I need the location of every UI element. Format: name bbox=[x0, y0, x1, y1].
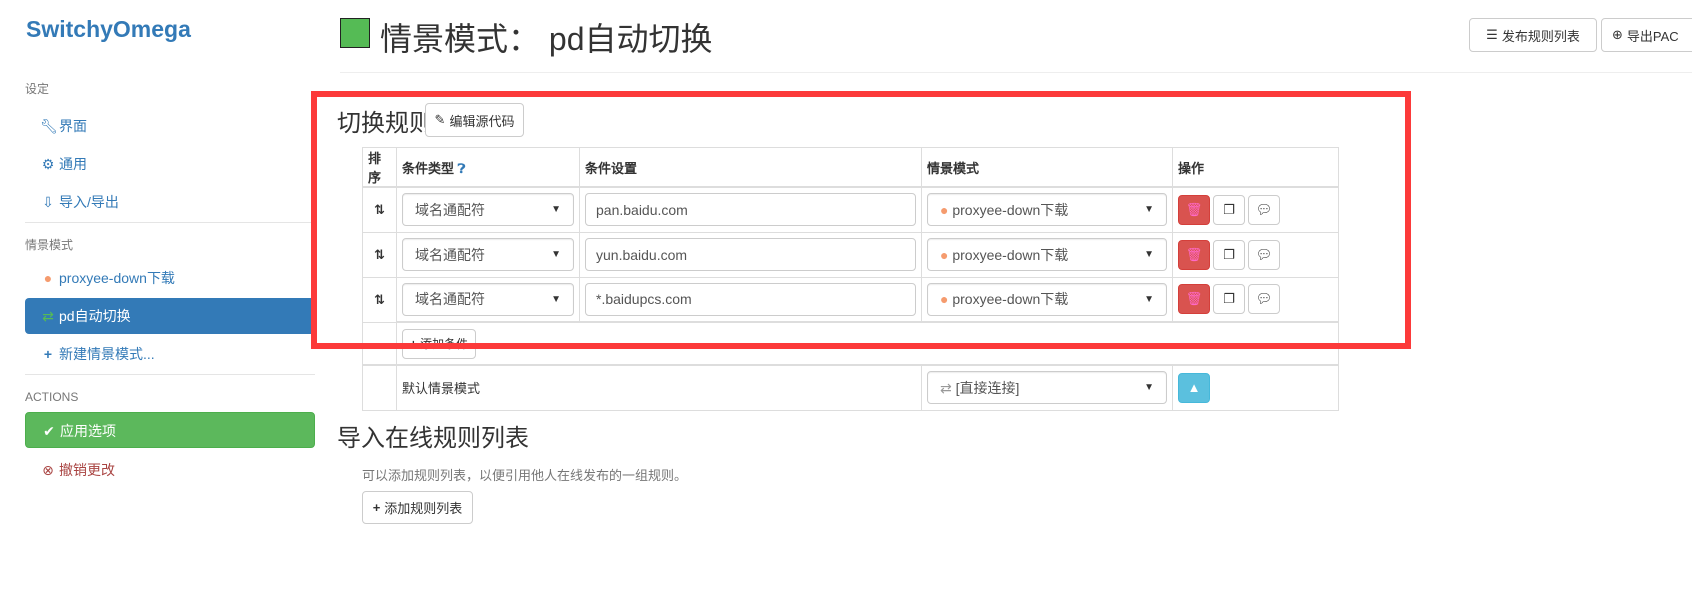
import-export-icon: ⇩ bbox=[42, 194, 54, 210]
export-pac-button[interactable]: ⊕ 导出PAC bbox=[1601, 18, 1692, 52]
condition-type-select[interactable]: 域名通配符 ▼ bbox=[402, 193, 574, 227]
profile-select[interactable]: ● proxyee-down下载 ▼ bbox=[927, 193, 1167, 227]
wrench-icon: 🔧︎ bbox=[40, 118, 58, 134]
globe-icon: ● bbox=[940, 246, 949, 263]
clone-button[interactable]: ❐ bbox=[1213, 284, 1245, 315]
profile-color-icon bbox=[340, 18, 370, 48]
plus-icon: + bbox=[409, 336, 417, 351]
default-profile-label: 默认情景模式 bbox=[396, 364, 922, 411]
plus-icon: + bbox=[43, 346, 53, 362]
default-profile-row: 默认情景模式 ⇄ [直接连接] ▼ ▲ bbox=[362, 364, 1339, 411]
list-icon: ☰ bbox=[1486, 27, 1498, 42]
col-sort: 排序 bbox=[362, 147, 397, 188]
sidebar-item-general[interactable]: ⚙ 通用 bbox=[25, 146, 315, 182]
col-condition: 条件设置 bbox=[579, 147, 922, 188]
download-icon: ⊕ bbox=[1612, 27, 1623, 42]
delete-button[interactable]: 🗑︎ bbox=[1178, 284, 1210, 315]
new-profile-link[interactable]: + 新建情景模式... bbox=[25, 336, 315, 372]
condition-input[interactable]: yun.baidu.com bbox=[585, 238, 916, 271]
globe-icon: ● bbox=[43, 270, 53, 286]
revert-changes-button[interactable]: ⊗ 撤销更改 bbox=[25, 452, 315, 488]
delete-button[interactable]: 🗑︎ bbox=[1178, 239, 1210, 270]
add-condition-row: + 添加条件 bbox=[362, 321, 1339, 366]
actions-header: ACTIONS bbox=[25, 390, 79, 404]
drag-sort-handle[interactable]: ⇅ bbox=[362, 276, 397, 323]
check-circle-icon: ✔ bbox=[43, 423, 55, 439]
sidebar-item-interface[interactable]: 🔧︎界面 bbox=[25, 108, 315, 144]
condition-input[interactable]: *.baidupcs.com bbox=[585, 282, 916, 316]
rules-heading: 切换规则 bbox=[337, 110, 433, 137]
online-rules-description: 可以添加规则列表，以便引用他人在线发布的一组规则。 bbox=[362, 468, 688, 483]
edit-source-button[interactable]: ✎ 编辑源代码 bbox=[425, 103, 524, 137]
rules-table: 排序 条件类型 ❓︎ 条件设置 情景模式 操作 ⇅ 域名通配符 ▼ pan.bai… bbox=[362, 147, 1339, 411]
divider bbox=[25, 374, 315, 375]
sidebar-item-import-export[interactable]: ⇩ 导入/导出 bbox=[25, 184, 315, 220]
collapse-up-button[interactable]: ▲ bbox=[1178, 372, 1210, 403]
comment-button[interactable]: 💬︎ bbox=[1248, 239, 1280, 270]
clone-button[interactable]: ❐ bbox=[1213, 239, 1245, 270]
plus-icon: + bbox=[372, 500, 381, 515]
header-divider bbox=[340, 72, 1692, 73]
add-condition-button[interactable]: + 添加条件 bbox=[402, 328, 476, 359]
sidebar-item-proxyee-down[interactable]: ● proxyee-down下载 bbox=[25, 260, 315, 296]
profile-select[interactable]: ● proxyee-down下载 ▼ bbox=[927, 282, 1167, 316]
comment-button[interactable]: 💬︎ bbox=[1248, 284, 1280, 315]
default-profile-select[interactable]: ⇄ [直接连接] ▼ bbox=[927, 371, 1167, 405]
table-row: ⇅ 域名通配符 ▼ yun.baidu.com ● proxyee-down下载 ▼… bbox=[362, 231, 1339, 278]
col-actions: 操作 bbox=[1172, 147, 1339, 188]
col-profile: 情景模式 bbox=[921, 147, 1173, 188]
condition-input[interactable]: pan.baidu.com bbox=[585, 193, 916, 227]
settings-header: 设定 bbox=[25, 82, 50, 96]
sidebar-item-pd-auto-switch[interactable]: ⇄ pd自动切换 bbox=[25, 298, 315, 334]
drag-sort-handle[interactable]: ⇅ bbox=[362, 231, 397, 278]
transfer-icon: ⇄ bbox=[940, 379, 952, 396]
publish-rule-list-button[interactable]: ☰ 发布规则列表 bbox=[1469, 18, 1597, 52]
apply-options-button[interactable]: ✔ 应用选项 bbox=[25, 412, 315, 448]
page-title: 情景模式： pd自动切换 bbox=[380, 21, 713, 57]
brand-logo[interactable]: SwitchyOmega bbox=[26, 16, 191, 43]
globe-icon: ● bbox=[940, 201, 949, 218]
close-circle-icon: ⊗ bbox=[42, 462, 54, 478]
globe-icon: ● bbox=[940, 291, 949, 308]
comment-button[interactable]: 💬︎ bbox=[1248, 194, 1280, 225]
condition-type-select[interactable]: 域名通配符 ▼ bbox=[402, 282, 574, 316]
col-condition-type: 条件类型 ❓︎ bbox=[396, 147, 580, 188]
divider bbox=[25, 222, 315, 223]
add-rule-list-button[interactable]: + 添加规则列表 bbox=[362, 491, 473, 524]
profile-select[interactable]: ● proxyee-down下载 ▼ bbox=[927, 238, 1167, 271]
clone-button[interactable]: ❐ bbox=[1213, 194, 1245, 225]
delete-button[interactable]: 🗑︎ bbox=[1178, 194, 1210, 225]
profiles-header: 情景模式 bbox=[25, 238, 74, 252]
condition-type-select[interactable]: 域名通配符 ▼ bbox=[402, 238, 574, 271]
help-icon[interactable]: ❓︎ bbox=[458, 161, 466, 176]
table-row: ⇅ 域名通配符 ▼ pan.baidu.com ● proxyee-down下载 ▼… bbox=[362, 186, 1339, 233]
gear-icon: ⚙ bbox=[41, 156, 55, 172]
online-rules-heading: 导入在线规则列表 bbox=[337, 425, 529, 452]
edit-icon: ✎ bbox=[434, 112, 446, 127]
drag-sort-handle[interactable]: ⇅ bbox=[362, 186, 397, 233]
retweet-icon: ⇄ bbox=[42, 308, 54, 324]
table-row: ⇅ 域名通配符 ▼ *.baidupcs.com ● proxyee-down下载… bbox=[362, 276, 1339, 323]
